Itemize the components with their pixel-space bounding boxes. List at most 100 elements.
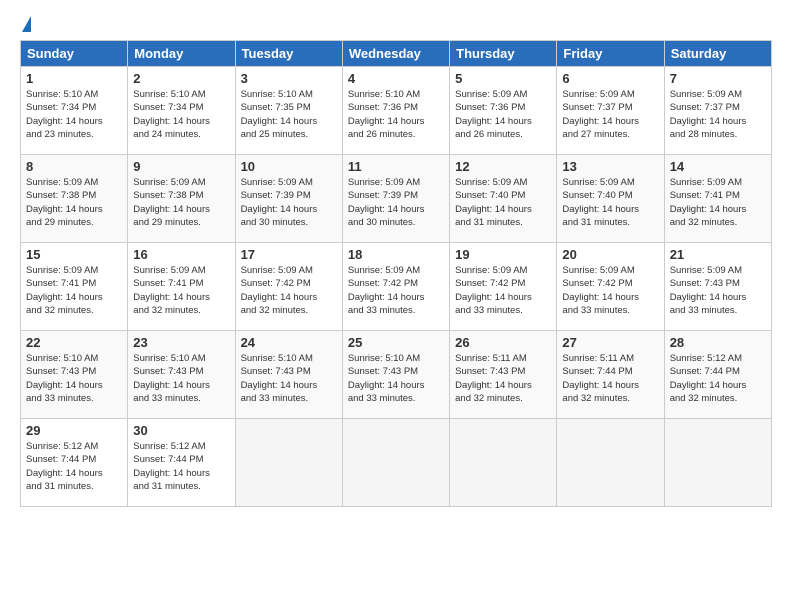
- day-info: Sunrise: 5:10 AMSunset: 7:36 PMDaylight:…: [348, 88, 444, 141]
- calendar-day-cell: 14 Sunrise: 5:09 AMSunset: 7:41 PMDaylig…: [664, 155, 771, 243]
- calendar-day-cell: [557, 419, 664, 507]
- day-info: Sunrise: 5:09 AMSunset: 7:41 PMDaylight:…: [670, 176, 766, 229]
- day-number: 10: [241, 159, 337, 174]
- day-info: Sunrise: 5:10 AMSunset: 7:34 PMDaylight:…: [133, 88, 229, 141]
- calendar-header-sunday: Sunday: [21, 41, 128, 67]
- calendar-day-cell: 20 Sunrise: 5:09 AMSunset: 7:42 PMDaylig…: [557, 243, 664, 331]
- day-number: 8: [26, 159, 122, 174]
- day-number: 21: [670, 247, 766, 262]
- day-info: Sunrise: 5:12 AMSunset: 7:44 PMDaylight:…: [26, 440, 122, 493]
- calendar-day-cell: 26 Sunrise: 5:11 AMSunset: 7:43 PMDaylig…: [450, 331, 557, 419]
- day-info: Sunrise: 5:09 AMSunset: 7:37 PMDaylight:…: [670, 88, 766, 141]
- calendar-day-cell: 29 Sunrise: 5:12 AMSunset: 7:44 PMDaylig…: [21, 419, 128, 507]
- day-number: 17: [241, 247, 337, 262]
- calendar-day-cell: 13 Sunrise: 5:09 AMSunset: 7:40 PMDaylig…: [557, 155, 664, 243]
- day-number: 26: [455, 335, 551, 350]
- calendar-day-cell: [342, 419, 449, 507]
- day-info: Sunrise: 5:09 AMSunset: 7:36 PMDaylight:…: [455, 88, 551, 141]
- day-info: Sunrise: 5:12 AMSunset: 7:44 PMDaylight:…: [670, 352, 766, 405]
- day-number: 7: [670, 71, 766, 86]
- day-number: 29: [26, 423, 122, 438]
- logo-triangle-icon: [22, 16, 31, 32]
- logo: [20, 16, 31, 30]
- day-info: Sunrise: 5:09 AMSunset: 7:41 PMDaylight:…: [26, 264, 122, 317]
- day-info: Sunrise: 5:09 AMSunset: 7:38 PMDaylight:…: [133, 176, 229, 229]
- calendar-day-cell: 16 Sunrise: 5:09 AMSunset: 7:41 PMDaylig…: [128, 243, 235, 331]
- day-number: 12: [455, 159, 551, 174]
- calendar-day-cell: 21 Sunrise: 5:09 AMSunset: 7:43 PMDaylig…: [664, 243, 771, 331]
- day-number: 25: [348, 335, 444, 350]
- day-number: 9: [133, 159, 229, 174]
- calendar-day-cell: 3 Sunrise: 5:10 AMSunset: 7:35 PMDayligh…: [235, 67, 342, 155]
- day-info: Sunrise: 5:10 AMSunset: 7:43 PMDaylight:…: [348, 352, 444, 405]
- page: SundayMondayTuesdayWednesdayThursdayFrid…: [0, 0, 792, 612]
- day-number: 18: [348, 247, 444, 262]
- calendar-header-thursday: Thursday: [450, 41, 557, 67]
- calendar-day-cell: 27 Sunrise: 5:11 AMSunset: 7:44 PMDaylig…: [557, 331, 664, 419]
- calendar-day-cell: [235, 419, 342, 507]
- calendar-day-cell: 6 Sunrise: 5:09 AMSunset: 7:37 PMDayligh…: [557, 67, 664, 155]
- day-number: 19: [455, 247, 551, 262]
- day-info: Sunrise: 5:09 AMSunset: 7:42 PMDaylight:…: [241, 264, 337, 317]
- calendar-day-cell: 9 Sunrise: 5:09 AMSunset: 7:38 PMDayligh…: [128, 155, 235, 243]
- day-number: 3: [241, 71, 337, 86]
- calendar-day-cell: 7 Sunrise: 5:09 AMSunset: 7:37 PMDayligh…: [664, 67, 771, 155]
- calendar-day-cell: 24 Sunrise: 5:10 AMSunset: 7:43 PMDaylig…: [235, 331, 342, 419]
- calendar-week-row: 1 Sunrise: 5:10 AMSunset: 7:34 PMDayligh…: [21, 67, 772, 155]
- calendar-day-cell: 19 Sunrise: 5:09 AMSunset: 7:42 PMDaylig…: [450, 243, 557, 331]
- calendar-day-cell: 30 Sunrise: 5:12 AMSunset: 7:44 PMDaylig…: [128, 419, 235, 507]
- day-number: 22: [26, 335, 122, 350]
- day-number: 16: [133, 247, 229, 262]
- day-info: Sunrise: 5:09 AMSunset: 7:37 PMDaylight:…: [562, 88, 658, 141]
- calendar-week-row: 29 Sunrise: 5:12 AMSunset: 7:44 PMDaylig…: [21, 419, 772, 507]
- calendar-day-cell: 18 Sunrise: 5:09 AMSunset: 7:42 PMDaylig…: [342, 243, 449, 331]
- calendar-day-cell: [664, 419, 771, 507]
- day-info: Sunrise: 5:11 AMSunset: 7:44 PMDaylight:…: [562, 352, 658, 405]
- calendar-week-row: 8 Sunrise: 5:09 AMSunset: 7:38 PMDayligh…: [21, 155, 772, 243]
- day-info: Sunrise: 5:09 AMSunset: 7:40 PMDaylight:…: [455, 176, 551, 229]
- day-number: 1: [26, 71, 122, 86]
- day-info: Sunrise: 5:09 AMSunset: 7:38 PMDaylight:…: [26, 176, 122, 229]
- calendar-day-cell: 1 Sunrise: 5:10 AMSunset: 7:34 PMDayligh…: [21, 67, 128, 155]
- day-info: Sunrise: 5:10 AMSunset: 7:43 PMDaylight:…: [26, 352, 122, 405]
- day-number: 5: [455, 71, 551, 86]
- day-info: Sunrise: 5:09 AMSunset: 7:39 PMDaylight:…: [241, 176, 337, 229]
- calendar-day-cell: 5 Sunrise: 5:09 AMSunset: 7:36 PMDayligh…: [450, 67, 557, 155]
- calendar-day-cell: [450, 419, 557, 507]
- calendar-header-friday: Friday: [557, 41, 664, 67]
- calendar-week-row: 22 Sunrise: 5:10 AMSunset: 7:43 PMDaylig…: [21, 331, 772, 419]
- day-number: 28: [670, 335, 766, 350]
- day-info: Sunrise: 5:09 AMSunset: 7:42 PMDaylight:…: [455, 264, 551, 317]
- day-info: Sunrise: 5:09 AMSunset: 7:40 PMDaylight:…: [562, 176, 658, 229]
- day-number: 23: [133, 335, 229, 350]
- day-info: Sunrise: 5:10 AMSunset: 7:34 PMDaylight:…: [26, 88, 122, 141]
- calendar-day-cell: 15 Sunrise: 5:09 AMSunset: 7:41 PMDaylig…: [21, 243, 128, 331]
- day-info: Sunrise: 5:12 AMSunset: 7:44 PMDaylight:…: [133, 440, 229, 493]
- calendar-day-cell: 17 Sunrise: 5:09 AMSunset: 7:42 PMDaylig…: [235, 243, 342, 331]
- calendar-day-cell: 23 Sunrise: 5:10 AMSunset: 7:43 PMDaylig…: [128, 331, 235, 419]
- calendar-day-cell: 11 Sunrise: 5:09 AMSunset: 7:39 PMDaylig…: [342, 155, 449, 243]
- calendar-header-tuesday: Tuesday: [235, 41, 342, 67]
- calendar-day-cell: 22 Sunrise: 5:10 AMSunset: 7:43 PMDaylig…: [21, 331, 128, 419]
- day-number: 20: [562, 247, 658, 262]
- calendar-day-cell: 4 Sunrise: 5:10 AMSunset: 7:36 PMDayligh…: [342, 67, 449, 155]
- calendar-day-cell: 25 Sunrise: 5:10 AMSunset: 7:43 PMDaylig…: [342, 331, 449, 419]
- day-info: Sunrise: 5:09 AMSunset: 7:39 PMDaylight:…: [348, 176, 444, 229]
- day-info: Sunrise: 5:09 AMSunset: 7:42 PMDaylight:…: [562, 264, 658, 317]
- day-info: Sunrise: 5:09 AMSunset: 7:43 PMDaylight:…: [670, 264, 766, 317]
- day-number: 24: [241, 335, 337, 350]
- day-info: Sunrise: 5:10 AMSunset: 7:35 PMDaylight:…: [241, 88, 337, 141]
- calendar-header-wednesday: Wednesday: [342, 41, 449, 67]
- calendar-day-cell: 8 Sunrise: 5:09 AMSunset: 7:38 PMDayligh…: [21, 155, 128, 243]
- day-number: 11: [348, 159, 444, 174]
- day-number: 15: [26, 247, 122, 262]
- day-number: 27: [562, 335, 658, 350]
- day-number: 2: [133, 71, 229, 86]
- calendar-header-saturday: Saturday: [664, 41, 771, 67]
- day-number: 6: [562, 71, 658, 86]
- calendar-day-cell: 2 Sunrise: 5:10 AMSunset: 7:34 PMDayligh…: [128, 67, 235, 155]
- day-info: Sunrise: 5:09 AMSunset: 7:42 PMDaylight:…: [348, 264, 444, 317]
- day-number: 4: [348, 71, 444, 86]
- day-info: Sunrise: 5:10 AMSunset: 7:43 PMDaylight:…: [241, 352, 337, 405]
- calendar-day-cell: 12 Sunrise: 5:09 AMSunset: 7:40 PMDaylig…: [450, 155, 557, 243]
